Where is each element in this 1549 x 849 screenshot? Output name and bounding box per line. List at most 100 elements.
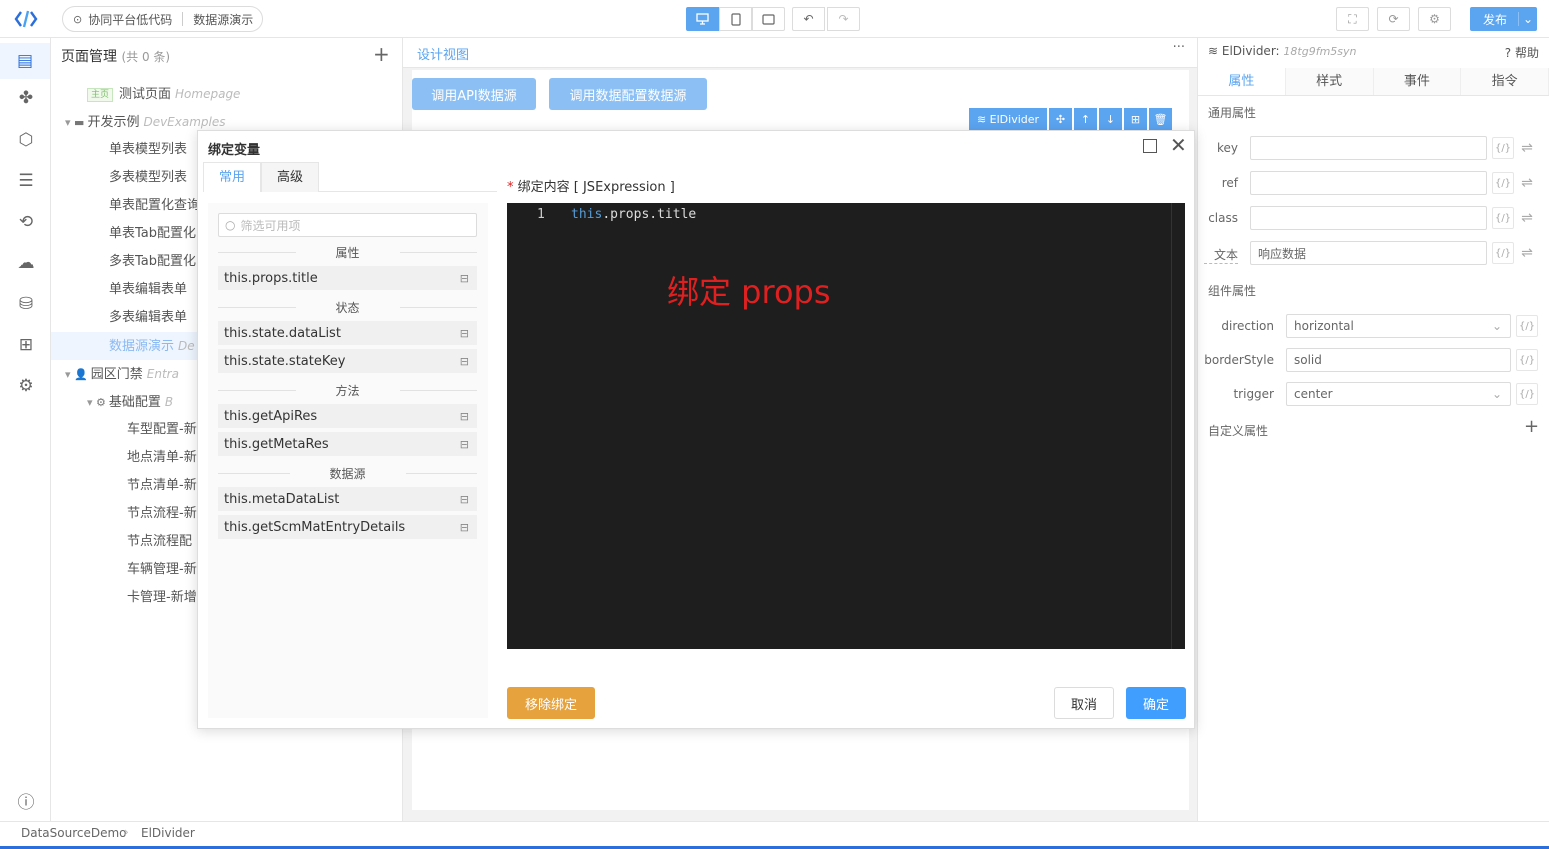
status-path-root[interactable]: DataSourceDemo xyxy=(21,826,127,840)
tab-properties[interactable]: 属性 xyxy=(1198,68,1286,95)
page-tree-label: 单表模型列表 xyxy=(109,142,188,157)
insert-variable-icon[interactable]: ⊟ xyxy=(460,327,469,340)
move-icon[interactable]: ✣ xyxy=(1049,108,1072,130)
expression-icon[interactable]: {/} xyxy=(1516,349,1538,371)
variable-search-input[interactable]: ○ 筛选可用项 xyxy=(218,213,477,237)
variable-item[interactable]: this.state.stateKey ⊟ xyxy=(218,349,477,373)
info-icon[interactable]: ⓘ xyxy=(13,787,39,813)
tab-advanced[interactable]: 高级 xyxy=(261,162,319,192)
settings-button[interactable]: ⚙ xyxy=(1418,7,1451,31)
delete-icon[interactable]: 🗑 xyxy=(1149,108,1172,130)
chevron-down-icon[interactable]: ⌄ xyxy=(1518,12,1537,26)
add-page-icon[interactable]: + xyxy=(373,42,390,66)
page-tree-item[interactable]: 主页 测试页面 Homepage xyxy=(51,80,402,108)
outline-tree-icon[interactable]: ☰ xyxy=(13,168,39,194)
components-icon[interactable]: ✤ xyxy=(13,85,39,111)
tab-common[interactable]: 常用 xyxy=(203,162,261,192)
call-api-datasource-button[interactable]: 调用API数据源 xyxy=(412,78,536,110)
gear-icon[interactable]: ⚙ xyxy=(13,373,39,399)
expression-icon[interactable]: {/} xyxy=(1492,242,1514,264)
apps-grid-icon[interactable]: ⊞ xyxy=(13,332,39,358)
swap-icon[interactable]: ⇌ xyxy=(1516,172,1538,194)
direction-select[interactable]: horizontal ⌄ xyxy=(1286,314,1511,338)
move-down-icon[interactable]: ↓ xyxy=(1099,108,1122,130)
project-breadcrumb[interactable]: ⊙ 协同平台低代码 数据源演示 xyxy=(62,6,263,32)
box-icon[interactable]: ⬡ xyxy=(13,127,39,153)
add-custom-prop-icon[interactable]: + xyxy=(1524,416,1539,437)
insert-variable-icon[interactable]: ⊟ xyxy=(460,410,469,423)
tab-events[interactable]: 事件 xyxy=(1373,68,1462,95)
close-icon[interactable]: ✕ xyxy=(1170,133,1187,157)
trigger-select[interactable]: center ⌄ xyxy=(1286,382,1511,406)
swap-icon[interactable]: ⇌ xyxy=(1516,207,1538,229)
copy-icon[interactable]: ⊞ xyxy=(1124,108,1147,130)
chevron-down-icon[interactable]: ▾ xyxy=(65,368,74,381)
desktop-view-button[interactable] xyxy=(686,7,719,31)
maximize-icon[interactable] xyxy=(1143,139,1157,153)
chevron-down-icon: ⌄ xyxy=(1491,387,1502,401)
insert-variable-icon[interactable]: ⊟ xyxy=(460,493,469,506)
confirm-button[interactable]: 确定 xyxy=(1126,687,1186,719)
history-icon[interactable]: ⟲ xyxy=(13,209,39,235)
refresh-button[interactable]: ⟳ xyxy=(1377,7,1410,31)
publish-button[interactable]: 发布 ⌄ xyxy=(1470,7,1537,31)
preview-button[interactable]: ⛶ xyxy=(1336,7,1369,31)
selected-component-badge[interactable]: ≋ ElDivider xyxy=(969,108,1047,130)
app-logo-icon[interactable] xyxy=(14,8,38,30)
status-path-component[interactable]: ElDivider xyxy=(141,826,195,840)
annotation-text: 绑定 props xyxy=(667,273,831,311)
cancel-button[interactable]: 取消 xyxy=(1054,687,1114,719)
prop-label-borderstyle: borderStyle xyxy=(1204,353,1274,367)
variable-item[interactable]: this.getMetaRes ⊟ xyxy=(218,432,477,456)
expression-icon[interactable]: {/} xyxy=(1492,207,1514,229)
tablet-icon xyxy=(762,13,775,25)
variable-item[interactable]: this.getApiRes ⊟ xyxy=(218,404,477,428)
code-line[interactable]: this.props.title xyxy=(571,207,696,222)
mobile-view-button[interactable] xyxy=(719,7,752,31)
back-circle-icon[interactable]: ⊙ xyxy=(73,13,82,26)
prop-input-key[interactable] xyxy=(1250,136,1487,160)
tab-styles[interactable]: 样式 xyxy=(1285,68,1374,95)
tab-directives[interactable]: 指令 xyxy=(1461,68,1549,95)
dialog-title: 绑定变量 xyxy=(208,143,261,158)
insert-variable-icon[interactable]: ⊟ xyxy=(460,521,469,534)
borderstyle-input[interactable]: solid xyxy=(1286,348,1511,372)
page-tree-label: 节点流程-新 xyxy=(127,506,197,521)
insert-variable-icon[interactable]: ⊟ xyxy=(460,272,469,285)
variable-item[interactable]: this.state.dataList ⊟ xyxy=(218,321,477,345)
expression-icon[interactable]: {/} xyxy=(1516,383,1538,405)
chevron-down-icon[interactable]: ▾ xyxy=(87,396,96,409)
help-link[interactable]: ? 帮助 xyxy=(1505,44,1539,61)
more-icon[interactable]: ··· xyxy=(1173,40,1185,55)
search-placeholder: 筛选可用项 xyxy=(240,218,301,233)
editor-scrollbar[interactable] xyxy=(1171,203,1185,649)
expression-icon[interactable]: {/} xyxy=(1492,137,1514,159)
prop-input-text[interactable]: 响应数据 xyxy=(1250,241,1487,265)
expression-icon[interactable]: {/} xyxy=(1516,315,1538,337)
page-tree-label: 开发示例 xyxy=(87,115,140,130)
prop-input-class[interactable] xyxy=(1250,206,1487,230)
call-meta-datasource-button[interactable]: 调用数据配置数据源 xyxy=(549,78,707,110)
move-up-icon[interactable]: ↑ xyxy=(1074,108,1097,130)
variable-item[interactable]: this.getScmMatEntryDetails ⊟ xyxy=(218,515,477,539)
tab-design-view[interactable]: 设计视图 xyxy=(417,44,469,63)
selection-toolbar: ≋ ElDivider ✣ ↑ ↓ ⊞ 🗑 xyxy=(969,108,1172,130)
code-editor[interactable]: 1 this.props.title xyxy=(507,203,1185,649)
insert-variable-icon[interactable]: ⊟ xyxy=(460,355,469,368)
prop-input-ref[interactable] xyxy=(1250,171,1487,195)
database-icon[interactable]: ⛁ xyxy=(13,291,39,317)
undo-button[interactable]: ↶ xyxy=(792,7,825,31)
redo-button[interactable]: ↷ xyxy=(827,7,860,31)
variable-item[interactable]: this.props.title ⊟ xyxy=(218,266,477,290)
variable-group-name: 方法 xyxy=(335,383,360,398)
swap-icon[interactable]: ⇌ xyxy=(1516,242,1538,264)
expression-icon[interactable]: {/} xyxy=(1492,172,1514,194)
insert-variable-icon[interactable]: ⊟ xyxy=(460,438,469,451)
pages-icon[interactable]: ▤ xyxy=(0,43,50,79)
remove-binding-button[interactable]: 移除绑定 xyxy=(507,687,595,719)
variable-item[interactable]: this.metaDataList ⊟ xyxy=(218,487,477,511)
api-cloud-icon[interactable]: ☁ xyxy=(13,250,39,276)
chevron-down-icon[interactable]: ▾ xyxy=(65,116,74,129)
tablet-view-button[interactable] xyxy=(752,7,785,31)
swap-icon[interactable]: ⇌ xyxy=(1516,137,1538,159)
